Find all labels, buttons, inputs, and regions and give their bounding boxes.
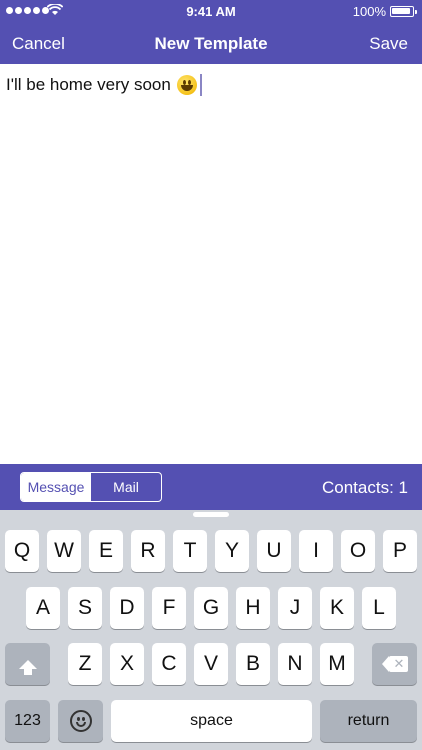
key-c[interactable]: C [152, 643, 186, 685]
key-h[interactable]: H [236, 587, 270, 629]
key-d[interactable]: D [110, 587, 144, 629]
grinning-face-emoji-icon [176, 75, 197, 95]
cancel-button[interactable]: Cancel [12, 34, 65, 54]
key-o[interactable]: O [341, 530, 375, 572]
key-f[interactable]: F [152, 587, 186, 629]
key-i[interactable]: I [299, 530, 333, 572]
key-b[interactable]: B [236, 643, 270, 685]
key-l[interactable]: L [362, 587, 396, 629]
battery-percent: 100% [352, 4, 386, 19]
app-header: 9:41 AM 100% Cancel New Template Save [0, 0, 422, 64]
navigation-bar: Cancel New Template Save [0, 22, 422, 64]
save-button[interactable]: Save [369, 34, 408, 54]
keyboard: Q W E R T Y U I O P A S D F G H J K L Z … [0, 510, 422, 750]
template-text-area[interactable]: I'll be home very soon [0, 64, 422, 464]
key-e[interactable]: E [89, 530, 123, 572]
emoji-face-icon [69, 710, 92, 732]
text-caret [199, 74, 202, 96]
keyboard-grabber-handle[interactable] [193, 512, 229, 517]
key-w[interactable]: W [47, 530, 81, 572]
template-text: I'll be home very soon [6, 75, 171, 94]
key-q[interactable]: Q [5, 530, 39, 572]
key-s[interactable]: S [68, 587, 102, 629]
emoji-key[interactable] [58, 700, 103, 742]
text-line: I'll be home very soon [6, 74, 416, 96]
type-segmented-control: Message Mail [20, 472, 162, 502]
key-y[interactable]: Y [215, 530, 249, 572]
key-x[interactable]: X [110, 643, 144, 685]
segment-message[interactable]: Message [21, 473, 91, 501]
key-g[interactable]: G [194, 587, 228, 629]
key-u[interactable]: U [257, 530, 291, 572]
template-toolbar: Message Mail Contacts: 1 [0, 464, 422, 510]
battery-level-fill [392, 8, 410, 14]
battery-icon [390, 6, 417, 17]
key-n[interactable]: N [278, 643, 312, 685]
contacts-count-button[interactable]: Contacts: 1 [322, 478, 408, 498]
key-r[interactable]: R [131, 530, 165, 572]
segment-mail[interactable]: Mail [91, 473, 161, 501]
return-key[interactable]: return [320, 700, 417, 742]
numbers-key[interactable]: 123 [5, 700, 50, 742]
backspace-key[interactable]: ✕ [372, 643, 417, 685]
key-p[interactable]: P [383, 530, 417, 572]
shift-key[interactable] [5, 643, 50, 685]
key-t[interactable]: T [173, 530, 207, 572]
key-j[interactable]: J [278, 587, 312, 629]
key-m[interactable]: M [320, 643, 354, 685]
key-a[interactable]: A [26, 587, 60, 629]
key-z[interactable]: Z [68, 643, 102, 685]
key-k[interactable]: K [320, 587, 354, 629]
backspace-icon: ✕ [381, 656, 408, 672]
status-bar: 9:41 AM 100% [0, 0, 422, 22]
key-v[interactable]: V [194, 643, 228, 685]
shift-arrow-icon [18, 659, 37, 675]
space-key[interactable]: space [111, 700, 312, 742]
